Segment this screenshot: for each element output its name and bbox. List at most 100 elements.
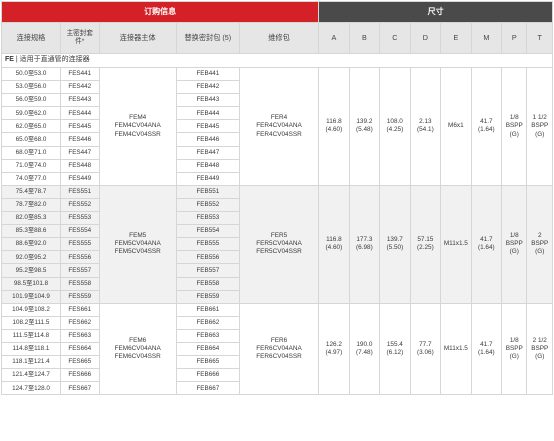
replacement-cell: FEB666 (175, 368, 240, 383)
order-info-header: 订购信息 (0, 1, 320, 23)
table-row: 50.0至53.0 FES441 FEM4 FEM4CV04ANA FEM4CV04SS… (1, 66, 553, 186)
replacement-cell: FEB552 (175, 197, 240, 213)
col-body: 连接器主体 (98, 22, 177, 54)
table-row: 104.9至108.2 FES661 FEM6 FEM6CV04ANA FEM6CV04… (1, 302, 553, 396)
section-title: FE | 适用于直通管的连接器 (1, 53, 553, 68)
spec-cell: 85.3至88.6 (1, 224, 61, 239)
dim-d-cell: 57.15 (2.25) (409, 184, 442, 304)
dim-m-cell: 41.7 (1.64) (470, 184, 503, 304)
dim-c-cell: 139.7 (5.50) (379, 184, 411, 304)
replacement-cell: FEB449 (175, 171, 240, 186)
table-row: 75.4至78.7 FES551 FEM5 FEM5CV04ANA FEM5CV04SS… (1, 184, 553, 304)
dim-m-cell: 41.7 (1.64) (470, 67, 503, 186)
dim-a-cell: 116.8 (4.60) (318, 67, 350, 186)
spec-cell: 104.9至108.2 (1, 302, 61, 317)
replacement-cell: FEB553 (175, 211, 240, 226)
spec-cell: 92.0至95.2 (1, 250, 61, 265)
dim-p-cell: 1/8 BSPP (G) (501, 67, 528, 186)
spec-cell: 71.0至74.0 (1, 158, 61, 173)
replacement-cell: FEB664 (175, 341, 240, 357)
col-b: B (348, 22, 381, 54)
col-seal: 主密封套 件* (59, 22, 100, 54)
dim-a-cell: 116.8 (4.60) (318, 184, 350, 304)
replacement-cell: FEB557 (175, 263, 240, 278)
spec-cell: 59.0至62.0 (1, 106, 61, 121)
dim-c-cell: 108.0 (4.25) (379, 67, 411, 186)
replacement-cell: FEB446 (175, 132, 240, 147)
dim-d-cell: 2.13 (54.1) (409, 67, 442, 186)
replacement-cell: FEB555 (175, 237, 240, 252)
replacement-cell: FEB445 (175, 119, 240, 134)
spec-cell: 118.1至121.4 (1, 355, 61, 370)
replacement-cell: FEB551 (175, 184, 240, 199)
spec-cell: 98.5至101.8 (1, 276, 61, 291)
seal-cell: FES441 (59, 66, 100, 82)
replacement-cell: FEB662 (175, 315, 240, 330)
seal-cell: FES551 (59, 184, 100, 199)
seal-cell: FES442 (59, 80, 100, 95)
seal-cell: FES558 (59, 276, 100, 291)
product-table: 订购信息 尺寸 连接规格 主密封套 件* 连接器主体 替换密封包 (5) 维修包 … (0, 1, 553, 396)
col-spec: 连接规格 (1, 22, 61, 54)
replacement-cell: FEB559 (175, 289, 240, 304)
replacement-cell: FEB661 (175, 302, 240, 317)
seal-cell: FES555 (59, 237, 100, 252)
dim-d-cell: 77.7 (3.06) (409, 302, 442, 396)
replacement-cell: FEB554 (175, 224, 240, 239)
seal-cell: FES661 (59, 302, 100, 317)
spec-cell: 68.0至71.0 (1, 145, 61, 160)
col-replacement: 替换密封包 (5) (175, 22, 240, 54)
seal-cell: FES666 (59, 368, 100, 383)
col-d: D (409, 22, 442, 54)
seal-cell: FES663 (59, 328, 100, 343)
seal-cell: FES554 (59, 224, 100, 239)
spec-cell: 78.7至82.0 (1, 197, 61, 213)
replacement-cell: FEB556 (175, 250, 240, 265)
dim-b-cell: 177.3 (6.98) (348, 184, 381, 304)
col-p: P (501, 22, 528, 54)
col-repair: 维修包 (238, 22, 320, 54)
replacement-cell: FEB441 (175, 66, 240, 82)
dim-t-cell: 1 1/2 BSPP (G) (526, 67, 553, 186)
dim-p-cell: 1/8 BSPP (G) (501, 184, 528, 304)
replacement-cell: FEB667 (175, 381, 240, 396)
spec-cell: 101.9至104.9 (1, 289, 61, 304)
seal-cell: FES444 (59, 106, 100, 121)
dim-c-cell: 155.4 (6.12) (379, 302, 411, 396)
dim-b-cell: 190.0 (7.48) (348, 302, 381, 396)
seal-cell: FES664 (59, 341, 100, 357)
seal-cell: FES665 (59, 355, 100, 370)
dim-t-cell: 2 BSPP (G) (526, 184, 553, 304)
spec-cell: 121.4至124.7 (1, 368, 61, 383)
seal-cell: FES557 (59, 263, 100, 278)
dim-t-cell: 2 1/2 BSPP (G) (526, 302, 553, 396)
spec-cell: 124.7至128.0 (1, 381, 61, 396)
repair-cell: FER4 FER4CV04ANA FER4CV04SSR (238, 67, 320, 186)
spec-cell: 56.0至59.0 (1, 93, 61, 108)
replacement-cell: FEB448 (175, 158, 240, 173)
replacement-cell: FEB558 (175, 276, 240, 291)
dim-e-cell: M11x1.5 (440, 302, 472, 396)
seal-cell: FES552 (59, 197, 100, 213)
spec-cell: 82.0至85.3 (1, 211, 61, 226)
repair-cell: FER6 FER6CV04ANA FER6CV04SSR (238, 302, 320, 396)
dim-b-cell: 139.2 (5.48) (348, 67, 381, 186)
seal-cell: FES443 (59, 93, 100, 108)
seal-cell: FES559 (59, 289, 100, 304)
repair-cell: FER5 FER5CV04ANA FER5CV04SSR (238, 184, 320, 304)
col-m: M (470, 22, 503, 54)
replacement-cell: FEB443 (175, 93, 240, 108)
replacement-cell: FEB442 (175, 80, 240, 95)
spec-cell: 108.2至111.5 (1, 315, 61, 330)
seal-cell: FES556 (59, 250, 100, 265)
dim-m-cell: 41.7 (1.64) (470, 302, 503, 396)
dim-e-cell: M11x1.5 (440, 184, 472, 304)
col-e: E (440, 22, 472, 54)
body-cell: FEM5 FEM5CV04ANA FEM5CV04SSR (98, 184, 177, 304)
spec-cell: 114.8至118.1 (1, 341, 61, 357)
col-a: A (318, 22, 350, 54)
spec-cell: 75.4至78.7 (1, 184, 61, 199)
seal-cell: FES448 (59, 158, 100, 173)
body-cell: FEM4 FEM4CV04ANA FEM4CV04SSR (98, 67, 177, 186)
spec-cell: 50.0至53.0 (1, 66, 61, 82)
